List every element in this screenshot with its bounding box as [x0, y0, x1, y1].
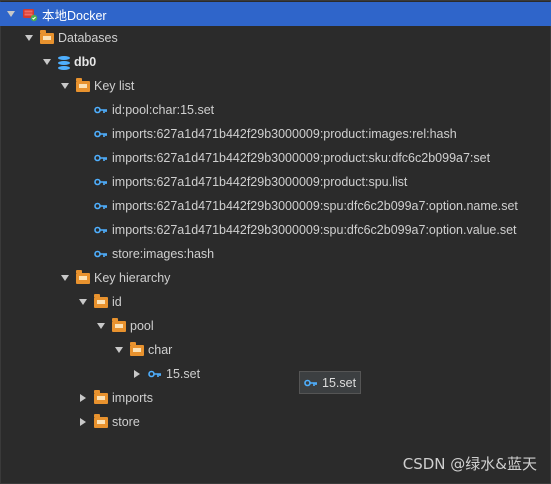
server-name: 本地Docker: [42, 8, 107, 23]
database-icon: [58, 55, 70, 70]
tree-node-key-hierarchy[interactable]: Key hierarchy: [0, 266, 170, 290]
key-item[interactable]: imports:627a1d471b442f29b3000009:spu:dfc…: [0, 194, 518, 218]
expand-caret-icon[interactable]: [60, 81, 70, 91]
tree-node-server[interactable]: 本地Docker: [0, 2, 551, 26]
tree-node-id[interactable]: id: [0, 290, 122, 314]
key-icon: [304, 378, 318, 388]
watermark: CSDN @绿水&蓝天: [402, 455, 537, 473]
key-name: imports:627a1d471b442f29b3000009:spu:dfc…: [112, 223, 517, 237]
key-icon: [94, 129, 108, 139]
key-name: store:images:hash: [112, 247, 215, 261]
namespace-label: store: [112, 415, 140, 429]
key-icon: [94, 249, 108, 259]
tree-node-store[interactable]: store: [0, 410, 140, 434]
tree-node-key-list[interactable]: Key list: [0, 74, 134, 98]
tree-node-pool[interactable]: pool: [0, 314, 154, 338]
key-item[interactable]: id:pool:char:15.set: [0, 98, 214, 122]
expand-caret-icon[interactable]: [96, 321, 106, 331]
expand-caret-icon[interactable]: [132, 369, 142, 379]
expand-caret-icon[interactable]: [78, 297, 88, 307]
key-icon: [94, 153, 108, 163]
drag-tooltip: 15.set: [299, 371, 361, 394]
folder-icon: [76, 269, 90, 284]
tree-node-databases[interactable]: Databases: [0, 26, 118, 50]
key-name: 15.set: [166, 367, 201, 381]
namespace-label: char: [148, 343, 173, 357]
key-item[interactable]: imports:627a1d471b442f29b3000009:spu:dfc…: [0, 218, 517, 242]
databases-label: Databases: [58, 31, 118, 45]
expand-caret-icon[interactable]: [78, 393, 88, 403]
expand-caret-icon[interactable]: [78, 417, 88, 427]
key-item[interactable]: imports:627a1d471b442f29b3000009:product…: [0, 170, 407, 194]
namespace-label: pool: [130, 319, 154, 333]
key-icon: [94, 105, 108, 115]
tree-node-char[interactable]: char: [0, 338, 172, 362]
expand-caret-icon[interactable]: [114, 345, 124, 355]
folder-icon: [94, 413, 108, 428]
expand-caret-icon[interactable]: [60, 273, 70, 283]
key-name: id:pool:char:15.set: [112, 103, 215, 117]
namespace-label: imports: [112, 391, 153, 405]
key-list-label: Key list: [94, 79, 135, 93]
key-item[interactable]: imports:627a1d471b442f29b3000009:product…: [0, 122, 457, 146]
tree-node-15-set[interactable]: 15.set: [0, 362, 200, 386]
key-name: imports:627a1d471b442f29b3000009:product…: [112, 151, 491, 165]
key-name: imports:627a1d471b442f29b3000009:product…: [112, 127, 457, 141]
folder-icon: [76, 77, 90, 92]
folder-icon: [94, 293, 108, 308]
expand-caret-icon[interactable]: [24, 33, 34, 43]
db0-label: db0: [74, 55, 97, 69]
folder-icon: [112, 317, 126, 332]
key-icon: [148, 369, 162, 379]
expand-caret-icon[interactable]: [6, 9, 16, 19]
folder-icon: [94, 389, 108, 404]
key-icon: [94, 201, 108, 211]
key-icon: [94, 177, 108, 187]
key-name: imports:627a1d471b442f29b3000009:product…: [112, 175, 408, 189]
expand-caret-icon[interactable]: [42, 57, 52, 67]
tree-node-db0[interactable]: db0: [0, 50, 96, 74]
folder-icon: [130, 341, 144, 356]
tree-node-imports[interactable]: imports: [0, 386, 153, 410]
key-item[interactable]: imports:627a1d471b442f29b3000009:product…: [0, 146, 490, 170]
key-hierarchy-label: Key hierarchy: [94, 271, 171, 285]
key-name: imports:627a1d471b442f29b3000009:spu:dfc…: [112, 199, 518, 213]
redis-server-icon: [22, 6, 38, 22]
folder-icon: [40, 29, 54, 44]
key-icon: [94, 225, 108, 235]
key-item[interactable]: store:images:hash: [0, 242, 214, 266]
namespace-label: id: [112, 295, 122, 309]
tooltip-label: 15.set: [322, 375, 357, 390]
